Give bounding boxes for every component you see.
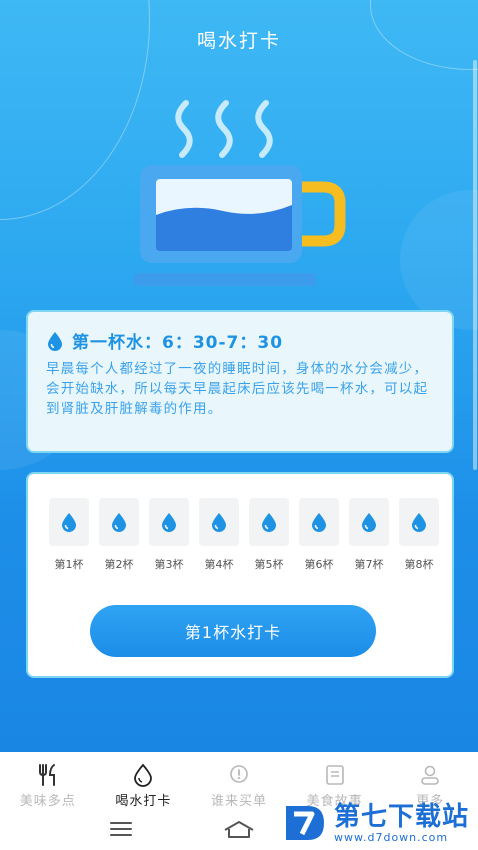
cup-label: 第2杯	[104, 558, 134, 571]
cup-box	[199, 498, 239, 546]
d7-logo-icon	[286, 806, 324, 840]
scrollbar[interactable]	[473, 60, 477, 470]
watermark-title: 第七下载站	[334, 801, 470, 832]
tab-water[interactable]: 喝水打卡	[96, 752, 192, 810]
exclamation-bubble-icon	[226, 762, 252, 788]
water-drop-icon	[112, 513, 126, 532]
water-drop-icon	[130, 762, 156, 788]
water-tip-card: 第一杯水：6：30-7：30 早晨每个人都经过了一夜的睡眠时间，身体的水分会减少…	[26, 310, 454, 453]
site-watermark: 第七下载站 www.d7down.com	[282, 796, 478, 850]
cup-item-2[interactable]: 第2杯	[94, 498, 144, 572]
cup-box	[349, 498, 389, 546]
cup-label: 第3杯	[154, 558, 184, 571]
tab-label: 喝水打卡	[115, 794, 172, 809]
cup-label: 第7杯	[354, 558, 384, 571]
tab-label: 美味多点	[19, 794, 76, 809]
fork-knife-icon	[35, 762, 61, 788]
cup-label: 第5杯	[254, 558, 284, 571]
cup-item-7[interactable]: 第7杯	[344, 498, 394, 572]
person-icon	[417, 762, 443, 788]
cup-item-1[interactable]: 第1杯	[44, 498, 94, 572]
menu-icon[interactable]	[108, 818, 134, 840]
page-title: 喝水打卡	[196, 30, 281, 52]
decor-blob	[400, 190, 478, 330]
cup-label: 第4杯	[204, 558, 234, 571]
cup-item-5[interactable]: 第5杯	[244, 498, 294, 572]
cup-label: 第6杯	[304, 558, 334, 571]
cup-label: 第1杯	[54, 558, 84, 571]
tab-label: 谁来买单	[210, 794, 267, 809]
cup-box	[49, 498, 89, 546]
tip-body: 早晨每个人都经过了一夜的睡眠时间，身体的水分会减少，会开始缺水，所以每天早晨起床…	[46, 361, 429, 417]
document-icon	[322, 762, 348, 788]
water-drop-icon	[362, 513, 376, 532]
tip-heading: 第一杯水：6：30-7：30	[72, 333, 284, 353]
water-drop-icon	[162, 513, 176, 532]
coffee-cup-illustration	[128, 95, 353, 295]
watermark-url: www.d7down.com	[334, 830, 449, 844]
cup-item-8[interactable]: 第8杯	[394, 498, 444, 572]
cup-box	[299, 498, 339, 546]
cup-list: 第1杯 第2杯 第3杯 第4杯 第5杯 第6杯 第7杯 第8杯	[44, 498, 444, 572]
cup-label: 第8杯	[404, 558, 434, 571]
cup-box	[249, 498, 289, 546]
cup-box	[99, 498, 139, 546]
water-drop-icon	[62, 513, 76, 532]
cup-item-6[interactable]: 第6杯	[294, 498, 344, 572]
cup-box	[149, 498, 189, 546]
home-icon[interactable]	[222, 818, 256, 840]
checkin-button[interactable]: 第1杯水打卡	[90, 605, 376, 657]
water-drop-icon	[312, 513, 326, 532]
cup-item-3[interactable]: 第3杯	[144, 498, 194, 572]
cup-box	[399, 498, 439, 546]
cup-item-4[interactable]: 第4杯	[194, 498, 244, 572]
water-drop-icon	[412, 513, 426, 532]
tab-food[interactable]: 美味多点	[0, 752, 96, 810]
water-drop-icon	[212, 513, 226, 532]
checkin-card: 第1杯 第2杯 第3杯 第4杯 第5杯 第6杯 第7杯 第8杯 第1杯水打卡	[26, 472, 454, 678]
water-drop-icon	[262, 513, 276, 532]
water-drop-icon	[48, 331, 62, 351]
tab-bill[interactable]: 谁来买单	[191, 752, 287, 810]
hero-background: 喝水打卡 第一杯水：6：30-7：30 早晨每个人都经过了一夜的睡眠时间，身体的…	[0, 0, 478, 752]
